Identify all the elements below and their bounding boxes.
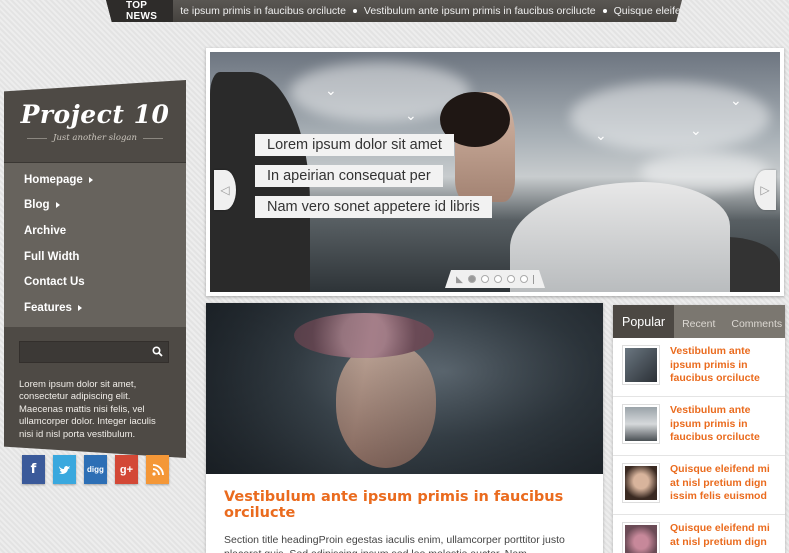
google-plus-icon[interactable]: g+ xyxy=(115,455,138,484)
slogan-divider xyxy=(27,137,48,139)
search-icon[interactable] xyxy=(146,346,168,357)
nav-label: Blog xyxy=(24,199,50,212)
twitter-icon[interactable] xyxy=(53,455,76,484)
facebook-icon[interactable]: f xyxy=(22,455,45,484)
ticker-label: TOP NEWS xyxy=(106,0,174,22)
slide-image[interactable]: ⌄ ⌄ ⌄ ⌄ ⌄ Lorem ipsum dolor sit amet In … xyxy=(210,52,780,292)
bird-icon: ⌄ xyxy=(690,122,702,138)
pager-dot[interactable] xyxy=(519,275,528,283)
nav-item-contact-us[interactable]: Contact Us xyxy=(4,269,186,295)
post-image[interactable] xyxy=(206,303,603,474)
nav-item-features[interactable]: Features xyxy=(4,295,186,321)
social-links: f digg g+ xyxy=(22,455,169,484)
search-box xyxy=(19,340,169,363)
post-thumbnail[interactable] xyxy=(622,404,660,444)
tab-popular[interactable]: Popular xyxy=(613,305,675,338)
search-input[interactable] xyxy=(20,345,146,358)
bird-icon: ⌄ xyxy=(405,107,417,123)
post-thumbnail[interactable] xyxy=(622,345,660,385)
tab-comments[interactable]: Comments xyxy=(723,310,789,338)
list-item[interactable]: Quisque eleifend mi at nisl pretium dign xyxy=(613,515,785,553)
bird-icon: ⌄ xyxy=(325,82,337,98)
submenu-arrow-icon xyxy=(77,304,82,311)
widget-tabs: Popular Recent Comments xyxy=(613,305,785,338)
slider-next-button[interactable]: ▷ xyxy=(754,170,776,210)
bird-icon: ⌄ xyxy=(595,127,607,143)
logo-area: Project 10 Just another slogan xyxy=(4,80,186,163)
digg-icon[interactable]: digg xyxy=(84,455,107,484)
pager-dot[interactable] xyxy=(506,275,515,283)
list-item[interactable]: Vestibulum ante ipsum primis in faucibus… xyxy=(613,397,785,456)
ticker-items: te ipsum primis in faucibus orciluctе Ve… xyxy=(173,5,682,17)
ticker-item[interactable]: Vestibulum ante ipsum primis in faucibus… xyxy=(357,5,603,17)
nav-item-homepage[interactable]: Homepage xyxy=(4,167,186,193)
ticker-item[interactable]: te ipsum primis in faucibus orciluctе xyxy=(173,5,353,17)
nav-label: Contact Us xyxy=(24,276,85,289)
list-item[interactable]: Quisque eleifend mi at nisl pretium dign… xyxy=(613,456,785,515)
nav-item-full-width[interactable]: Full Width xyxy=(4,244,186,270)
sidebar: Project 10 Just another slogan Homepage … xyxy=(4,80,186,458)
list-item[interactable]: Vestibulum ante ipsum primis in faucibus… xyxy=(613,338,785,397)
pause-icon[interactable] xyxy=(532,274,534,284)
pager-dot[interactable] xyxy=(480,275,489,283)
ticker-item[interactable]: Quisque eleifend xyxy=(607,5,682,17)
bird-icon: ⌄ xyxy=(730,92,742,108)
top-news-ticker: TOP NEWS te ipsum primis in faucibus orc… xyxy=(106,0,682,22)
nav-label: Homepage xyxy=(24,173,83,186)
slide-caption: In apeirian consequat per xyxy=(255,165,443,187)
slider-pager: ◣ xyxy=(445,270,545,288)
nav-item-archive[interactable]: Archive xyxy=(4,218,186,244)
nav-item-blog[interactable]: Blog xyxy=(4,193,186,219)
tab-recent[interactable]: Recent xyxy=(674,310,723,338)
main-nav: Homepage Blog Archive Full Width Contact… xyxy=(4,163,186,327)
site-slogan: Just another slogan xyxy=(53,133,137,143)
list-item-title[interactable]: Vestibulum ante ipsum primis in faucibus… xyxy=(670,404,777,455)
pager-dot[interactable] xyxy=(493,275,502,283)
slogan-divider xyxy=(142,137,163,139)
nav-label: Archive xyxy=(24,224,67,237)
post-thumbnail[interactable] xyxy=(622,463,660,503)
featured-post: Vestibulum ante ipsum primis in faucibus… xyxy=(206,303,603,553)
post-thumbnail[interactable] xyxy=(622,522,660,553)
pager-prev-icon[interactable]: ◣ xyxy=(456,274,463,285)
dress-shape xyxy=(510,182,730,292)
tabbed-widget: Popular Recent Comments Vestibulum ante … xyxy=(613,305,785,553)
slide-caption: Nam vero sonet appetere id libris xyxy=(255,196,492,218)
slider-prev-button[interactable]: ◁ xyxy=(214,170,236,210)
list-item-title[interactable]: Vestibulum ante ipsum primis in faucibus… xyxy=(670,345,777,396)
nav-label: Full Width xyxy=(24,250,80,263)
sidebar-about-text: Lorem ipsum dolor sit amet, consectetur … xyxy=(19,378,156,440)
slide-caption: Lorem ipsum dolor sit amet xyxy=(255,134,454,156)
list-item-title[interactable]: Quisque eleifend mi at nisl pretium dign xyxy=(670,522,777,553)
nav-label: Features xyxy=(24,301,72,314)
featured-slider: ⌄ ⌄ ⌄ ⌄ ⌄ Lorem ipsum dolor sit amet In … xyxy=(206,48,784,296)
pager-dot[interactable] xyxy=(467,275,476,283)
veil-overlay xyxy=(206,303,603,474)
list-item-title[interactable]: Quisque eleifend mi at nisl pretium dign… xyxy=(670,463,777,514)
slogan-row: Just another slogan xyxy=(4,133,186,143)
submenu-arrow-icon xyxy=(55,202,60,209)
rss-icon[interactable] xyxy=(146,455,169,484)
site-logo[interactable]: Project 10 xyxy=(4,100,186,129)
submenu-arrow-icon xyxy=(88,176,93,183)
post-excerpt: Section title headingProin egestas iacul… xyxy=(224,534,565,553)
post-title[interactable]: Vestibulum ante ipsum primis in faucibus… xyxy=(206,474,603,521)
